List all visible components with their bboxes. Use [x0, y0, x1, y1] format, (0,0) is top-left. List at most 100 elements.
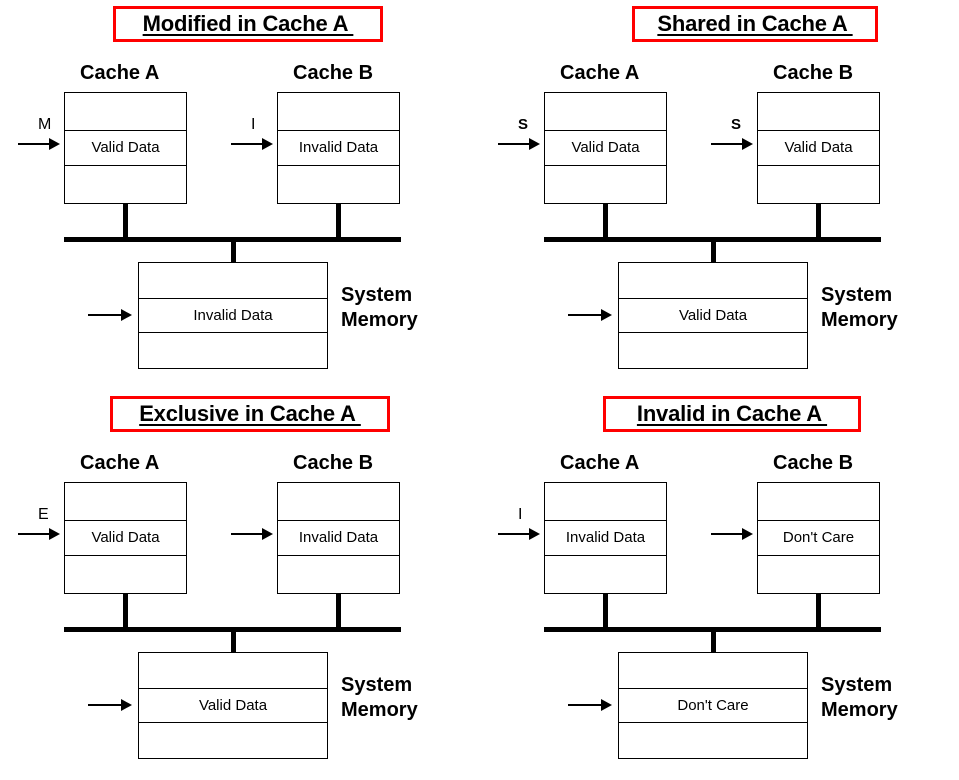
system-memory-block-shared: Valid Data	[618, 262, 808, 369]
cache-a-block-modified-data-text: Valid Data	[91, 139, 160, 157]
cache-a-block-exclusive: Valid Data	[64, 482, 187, 594]
cache-a-block-modified: Valid Data	[64, 92, 187, 204]
cache-a-heading-invalid: Cache A	[560, 452, 640, 474]
cache-b-input-arrow-invalid	[711, 527, 753, 541]
cache-b-bus-stem-shared	[816, 204, 821, 240]
cache-a-heading-modified: Cache A	[80, 62, 160, 84]
cache-a-state-label-shared: S	[518, 116, 529, 133]
cache-a-block-shared-row-bottom	[545, 166, 666, 203]
cache-b-block-exclusive-row-bottom	[278, 556, 399, 593]
memory-input-arrow-shared-shaft	[568, 314, 602, 316]
cache-a-state-label-invalid: I	[518, 506, 523, 523]
memory-input-arrow-modified-head	[121, 309, 132, 321]
system-memory-caption-shared: System Memory	[821, 284, 898, 331]
cache-b-block-shared-row-data: Valid Data	[758, 129, 879, 167]
cache-b-input-arrow-modified-shaft	[231, 143, 263, 145]
system-memory-block-exclusive-row-bottom	[139, 723, 327, 758]
system-memory-block-invalid: Don't Care	[618, 652, 808, 759]
cache-a-block-exclusive-row-bottom	[65, 556, 186, 593]
cache-b-state-label-shared: S	[731, 116, 742, 133]
panel-invalid: Invalid in Cache A Cache A Cache B Invalid…	[480, 390, 959, 780]
cache-b-bus-stem-invalid	[816, 594, 821, 630]
system-memory-block-modified: Invalid Data	[138, 262, 328, 369]
system-memory-caption-invalid: System Memory	[821, 674, 898, 721]
panel-title-box-modified: Modified in Cache A	[113, 6, 383, 42]
cache-a-block-exclusive-row-data: Valid Data	[65, 519, 186, 557]
system-memory-caption-modified: System Memory	[341, 284, 418, 331]
cache-a-input-arrow-shared-shaft	[498, 143, 530, 145]
memory-bus-stem-invalid	[711, 630, 716, 653]
cache-a-block-shared-row-top	[545, 93, 666, 130]
memory-input-arrow-invalid-head	[601, 699, 612, 711]
cache-a-bus-stem-exclusive	[123, 594, 128, 630]
system-memory-block-exclusive: Valid Data	[138, 652, 328, 759]
cache-b-block-exclusive-row-top	[278, 483, 399, 520]
cache-b-block-modified-data-text: Invalid Data	[298, 139, 379, 157]
cache-b-input-arrow-modified	[231, 137, 273, 151]
memory-input-arrow-shared	[568, 308, 612, 322]
cache-b-input-arrow-shared-head	[742, 138, 753, 150]
cache-a-input-arrow-modified-shaft	[18, 143, 50, 145]
system-memory-block-modified-data-text: Invalid Data	[193, 306, 273, 324]
system-memory-block-exclusive-data-text: Valid Data	[198, 696, 268, 714]
cache-b-bus-stem-modified	[336, 204, 341, 240]
cache-b-block-shared: Valid Data	[757, 92, 880, 204]
memory-input-arrow-invalid-shaft	[568, 704, 602, 706]
cache-a-input-arrow-invalid	[498, 527, 540, 541]
cache-b-block-shared-row-bottom	[758, 166, 879, 203]
memory-input-arrow-exclusive-shaft	[88, 704, 122, 706]
cache-a-block-invalid: Invalid Data	[544, 482, 667, 594]
cache-b-block-modified-row-top	[278, 93, 399, 130]
cache-b-heading-modified: Cache B	[293, 62, 374, 84]
cache-a-input-arrow-modified	[18, 137, 60, 151]
system-memory-block-shared-row-data: Valid Data	[619, 297, 807, 333]
cache-b-block-exclusive-row-data: Invalid Data	[278, 519, 399, 557]
cache-a-bus-stem-invalid	[603, 594, 608, 630]
cache-a-block-invalid-data-text: Invalid Data	[565, 529, 646, 547]
cache-b-block-modified-row-bottom	[278, 166, 399, 203]
cache-a-input-arrow-exclusive-head	[49, 528, 60, 540]
cache-b-bus-stem-exclusive	[336, 594, 341, 630]
cache-b-heading-exclusive: Cache B	[293, 452, 374, 474]
cache-b-block-exclusive-data-text: Invalid Data	[298, 529, 379, 547]
cache-b-block-invalid: Don't Care	[757, 482, 880, 594]
cache-a-block-invalid-row-data: Invalid Data	[545, 519, 666, 557]
cache-b-block-invalid-row-data: Don't Care	[758, 519, 879, 557]
memory-bus-stem-shared	[711, 240, 716, 263]
cache-a-bus-stem-modified	[123, 204, 128, 240]
panel-title-box-exclusive: Exclusive in Cache A	[110, 396, 390, 432]
memory-input-arrow-modified	[88, 308, 132, 322]
panel-exclusive: Exclusive in Cache A Cache A Cache B Valid…	[0, 390, 479, 780]
cache-b-input-arrow-exclusive	[231, 527, 273, 541]
cache-a-block-modified-row-top	[65, 93, 186, 130]
cache-b-input-arrow-shared	[711, 137, 753, 151]
cache-b-block-shared-row-top	[758, 93, 879, 130]
cache-b-input-arrow-exclusive-shaft	[231, 533, 263, 535]
cache-a-block-invalid-row-top	[545, 483, 666, 520]
cache-b-block-exclusive: Invalid Data	[277, 482, 400, 594]
panel-modified: Modified in Cache A Cache A Cache B Valid …	[0, 0, 479, 390]
cache-b-block-modified-row-data: Invalid Data	[278, 129, 399, 167]
cache-a-heading-exclusive: Cache A	[80, 452, 160, 474]
cache-b-input-arrow-modified-head	[262, 138, 273, 150]
memory-input-arrow-invalid	[568, 698, 612, 712]
cache-a-heading-shared: Cache A	[560, 62, 640, 84]
system-memory-block-exclusive-row-top	[139, 653, 327, 688]
memory-input-arrow-shared-head	[601, 309, 612, 321]
cache-b-block-modified: Invalid Data	[277, 92, 400, 204]
cache-a-input-arrow-shared	[498, 137, 540, 151]
cache-a-block-invalid-row-bottom	[545, 556, 666, 593]
panel-title-box-invalid: Invalid in Cache A	[603, 396, 861, 432]
panel-title-invalid: Invalid in Cache A	[636, 400, 828, 426]
cache-a-block-exclusive-row-top	[65, 483, 186, 520]
memory-bus-stem-exclusive	[231, 630, 236, 653]
cache-a-state-label-modified: M	[38, 116, 52, 133]
cache-a-input-arrow-invalid-shaft	[498, 533, 530, 535]
cache-a-input-arrow-exclusive	[18, 527, 60, 541]
cache-a-bus-stem-shared	[603, 204, 608, 240]
cache-a-input-arrow-exclusive-shaft	[18, 533, 50, 535]
panel-shared: Shared in Cache A Cache A Cache B Valid Da…	[480, 0, 959, 390]
panel-title-modified: Modified in Cache A	[142, 10, 354, 36]
cache-b-state-label-modified: I	[251, 116, 256, 133]
cache-b-input-arrow-exclusive-head	[262, 528, 273, 540]
